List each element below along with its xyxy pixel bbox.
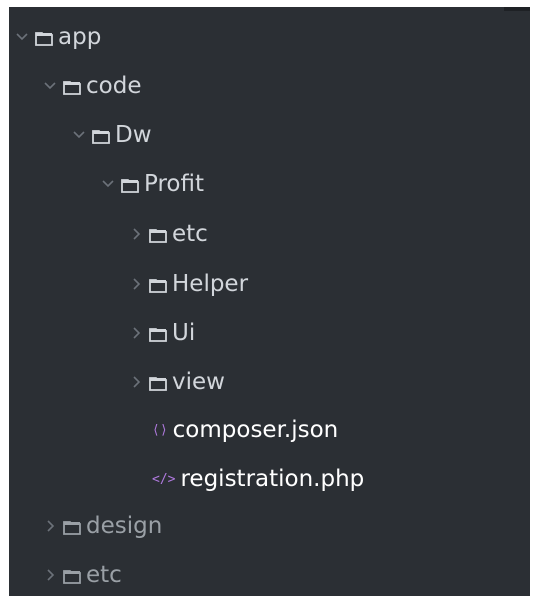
tree-item-label: design bbox=[86, 513, 163, 539]
chevron-down-icon[interactable] bbox=[42, 76, 58, 96]
json-file-icon: ⟨⟩ bbox=[152, 422, 168, 438]
chevron-right-icon[interactable] bbox=[128, 372, 144, 392]
tree-item-label: etc bbox=[86, 562, 122, 588]
tree-item-profit[interactable]: Profit bbox=[100, 162, 204, 206]
folder-icon bbox=[91, 125, 111, 145]
file-tree-panel: app code Dw Profit etc Helper Ui view ⟨⟩… bbox=[9, 7, 530, 596]
chevron-right-icon[interactable] bbox=[42, 516, 58, 536]
tree-item-dw[interactable]: Dw bbox=[71, 113, 152, 157]
tree-item-ui[interactable]: Ui bbox=[128, 311, 195, 355]
tree-item-helper[interactable]: Helper bbox=[128, 262, 248, 306]
tree-item-registration-php[interactable]: </> registration.php bbox=[152, 457, 364, 501]
chevron-down-icon[interactable] bbox=[100, 174, 116, 194]
chevron-down-icon[interactable] bbox=[14, 27, 30, 47]
tree-item-label: Ui bbox=[172, 320, 196, 346]
tree-item-label: view bbox=[172, 369, 225, 395]
folder-icon bbox=[62, 76, 82, 96]
tree-item-etc-root[interactable]: etc bbox=[42, 553, 122, 596]
chevron-right-icon[interactable] bbox=[128, 224, 144, 244]
folder-icon bbox=[148, 323, 168, 343]
tree-item-label: Dw bbox=[115, 122, 152, 148]
tree-item-design[interactable]: design bbox=[42, 504, 162, 548]
folder-icon bbox=[62, 565, 82, 585]
tree-item-label: Helper bbox=[172, 271, 249, 297]
php-file-icon: </> bbox=[152, 471, 176, 487]
tree-item-label: etc bbox=[172, 221, 208, 247]
folder-icon bbox=[148, 372, 168, 392]
scrollbar-thumb[interactable] bbox=[504, 7, 530, 11]
tree-item-label: code bbox=[86, 73, 142, 99]
chevron-right-icon[interactable] bbox=[128, 323, 144, 343]
tree-item-composer-json[interactable]: ⟨⟩ composer.json bbox=[152, 408, 338, 452]
chevron-right-icon[interactable] bbox=[42, 565, 58, 585]
folder-icon bbox=[120, 174, 140, 194]
chevron-down-icon[interactable] bbox=[71, 125, 87, 145]
chevron-right-icon[interactable] bbox=[128, 274, 144, 294]
folder-icon bbox=[34, 27, 54, 47]
tree-item-label: app bbox=[58, 24, 102, 50]
tree-item-label: Profit bbox=[144, 171, 204, 197]
folder-icon bbox=[148, 274, 168, 294]
tree-item-label: composer.json bbox=[172, 417, 339, 443]
tree-item-code[interactable]: code bbox=[42, 64, 141, 108]
tree-item-etc[interactable]: etc bbox=[128, 212, 208, 256]
tree-item-view[interactable]: view bbox=[128, 360, 225, 404]
tree-item-app[interactable]: app bbox=[14, 15, 101, 59]
tree-item-label: registration.php bbox=[180, 466, 365, 492]
folder-icon bbox=[148, 224, 168, 244]
folder-icon bbox=[62, 516, 82, 536]
